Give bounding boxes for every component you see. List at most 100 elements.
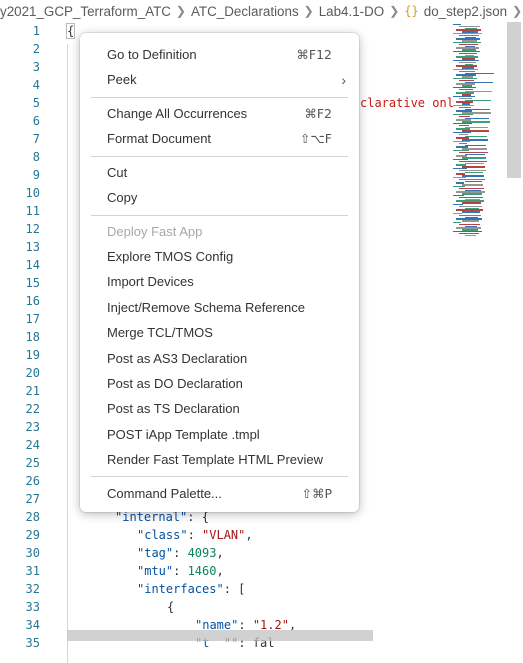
menu-item-label: Change All Occurrences bbox=[107, 106, 248, 121]
menu-item-label: Copy bbox=[107, 190, 138, 205]
json-number-value: 1460 bbox=[187, 564, 217, 578]
menu-item-render-fast-template-html-preview[interactable]: Render Fast Template HTML Preview bbox=[80, 448, 359, 472]
line-number: 34 bbox=[25, 618, 40, 632]
menu-item-label: Post as AS3 Declaration bbox=[107, 351, 248, 366]
menu-item-cut[interactable]: Cut bbox=[80, 161, 359, 185]
line-number: 1 bbox=[32, 24, 40, 38]
keyboard-shortcut: ⇧⌘P bbox=[301, 486, 332, 501]
menu-item-go-to-definition[interactable]: Go to Definition ⌘F12 bbox=[80, 43, 359, 67]
code-line-1: { bbox=[65, 22, 76, 40]
line-number: 35 bbox=[25, 636, 40, 650]
line-number: 23 bbox=[25, 420, 40, 434]
json-key: "internal" bbox=[115, 510, 188, 524]
menu-item-explore-tmos-config[interactable]: Explore TMOS Config bbox=[80, 245, 359, 269]
menu-item-label: Cut bbox=[107, 165, 128, 180]
line-number: 27 bbox=[25, 492, 40, 506]
breadcrumb-item-folder-declarations[interactable]: ATC_Declarations bbox=[191, 4, 299, 19]
line-number: 26 bbox=[25, 474, 40, 488]
line-number: 21 bbox=[25, 384, 40, 398]
menu-item-command-palette[interactable]: Command Palette... ⇧⌘P bbox=[80, 482, 359, 506]
line-number: 12 bbox=[25, 222, 40, 236]
menu-item-format-document[interactable]: Format Document ⇧⌥F bbox=[80, 127, 359, 151]
code-line-31: "mtu": 1460, bbox=[137, 562, 224, 580]
minimap-line bbox=[465, 153, 485, 155]
line-number: 17 bbox=[25, 312, 40, 326]
menu-item-inject-remove-schema-reference[interactable]: Inject/Remove Schema Reference bbox=[80, 296, 359, 320]
menu-item-label: Explore TMOS Config bbox=[107, 249, 234, 264]
menu-item-label: Merge TCL/TMOS bbox=[107, 325, 213, 340]
line-number: 33 bbox=[25, 600, 40, 614]
line-number: 7 bbox=[32, 132, 40, 146]
menu-item-merge-tcl-tmos[interactable]: Merge TCL/TMOS bbox=[80, 321, 359, 345]
menu-item-label: Render Fast Template HTML Preview bbox=[107, 452, 324, 467]
minimap-line bbox=[462, 184, 483, 186]
menu-separator bbox=[91, 476, 348, 477]
line-number: 8 bbox=[32, 150, 40, 164]
json-key: "class" bbox=[137, 528, 188, 542]
breadcrumb-item-folder-root[interactable]: y2021_GCP_Terraform_ATC bbox=[0, 4, 171, 19]
menu-separator bbox=[91, 156, 348, 157]
menu-item-change-all-occurrences[interactable]: Change All Occurrences ⌘F2 bbox=[80, 102, 359, 126]
keyboard-shortcut: ⇧⌥F bbox=[299, 131, 332, 146]
line-number: 28 bbox=[25, 510, 40, 524]
code-line-30: "tag": 4093, bbox=[137, 544, 224, 562]
json-key: "tag" bbox=[137, 546, 174, 560]
menu-item-label: Peek bbox=[107, 72, 137, 87]
line-number: 5 bbox=[32, 96, 40, 110]
json-key: "mtu" bbox=[137, 564, 174, 578]
chevron-right-icon: ❯ bbox=[175, 4, 186, 18]
line-number: 31 bbox=[25, 564, 40, 578]
json-file-icon: {} bbox=[404, 4, 419, 18]
json-key: "interfaces" bbox=[137, 582, 224, 596]
minimap-line bbox=[465, 234, 476, 236]
menu-item-label: Post as DO Declaration bbox=[107, 376, 243, 391]
context-menu: Go to Definition ⌘F12 Peek › Change All Occu… bbox=[80, 33, 359, 512]
line-number: 29 bbox=[25, 528, 40, 542]
chevron-right-icon: › bbox=[341, 72, 346, 88]
breadcrumb: y2021_GCP_Terraform_ATC ❯ ATC_Declaratio… bbox=[0, 0, 523, 22]
minimap-line bbox=[462, 202, 481, 204]
menu-item-label: Command Palette... bbox=[107, 486, 222, 501]
line-number: 2 bbox=[32, 42, 40, 56]
json-punct: , bbox=[216, 546, 224, 560]
menu-item-post-as-ts-declaration[interactable]: Post as TS Declaration bbox=[80, 397, 359, 421]
menu-item-label: Inject/Remove Schema Reference bbox=[107, 300, 305, 315]
line-number: 16 bbox=[25, 294, 40, 308]
line-number: 11 bbox=[25, 204, 40, 218]
code-line-32: "interfaces": [ bbox=[137, 580, 245, 598]
line-number: 24 bbox=[25, 438, 40, 452]
breadcrumb-item-file[interactable]: do_step2.json bbox=[424, 4, 507, 19]
menu-item-peek[interactable]: Peek › bbox=[80, 68, 359, 92]
minimap-line bbox=[462, 220, 479, 222]
json-number-value: 4093 bbox=[187, 546, 217, 560]
menu-item-post-as-do-declaration[interactable]: Post as DO Declaration bbox=[80, 372, 359, 396]
menu-item-copy[interactable]: Copy bbox=[80, 186, 359, 210]
json-punct: { bbox=[167, 600, 175, 614]
open-brace: { bbox=[65, 23, 76, 39]
json-punct: : { bbox=[187, 510, 209, 524]
line-number: 9 bbox=[32, 168, 40, 182]
minimap[interactable] bbox=[449, 22, 507, 236]
json-punct: , bbox=[216, 564, 224, 578]
line-number: 4 bbox=[32, 78, 40, 92]
breadcrumb-item-folder-lab[interactable]: Lab4.1-DO bbox=[319, 4, 385, 19]
menu-item-deploy-fast-app: Deploy Fast App bbox=[80, 220, 359, 244]
menu-item-post-as-as3-declaration[interactable]: Post as AS3 Declaration bbox=[80, 347, 359, 371]
line-number: 14 bbox=[25, 258, 40, 272]
code-line-29: "class": "VLAN", bbox=[137, 526, 253, 544]
menu-item-import-devices[interactable]: Import Devices bbox=[80, 270, 359, 294]
line-number: 20 bbox=[25, 366, 40, 380]
json-punct: , bbox=[245, 528, 253, 542]
menu-item-label: Deploy Fast App bbox=[107, 224, 203, 239]
minimap-line bbox=[465, 162, 484, 164]
horizontal-scrollbar-thumb[interactable] bbox=[67, 630, 373, 641]
json-string-value: "VLAN" bbox=[202, 528, 246, 542]
vertical-scrollbar[interactable] bbox=[507, 22, 521, 641]
minimap-line bbox=[462, 211, 480, 213]
menu-item-post-iapp-template-tmpl[interactable]: POST iApp Template .tmpl bbox=[80, 423, 359, 447]
vertical-scrollbar-thumb[interactable] bbox=[507, 22, 521, 178]
line-number: 22 bbox=[25, 402, 40, 416]
keyboard-shortcut: ⌘F12 bbox=[296, 47, 332, 62]
minimap-line bbox=[462, 193, 482, 195]
menu-item-label: Go to Definition bbox=[107, 47, 197, 62]
